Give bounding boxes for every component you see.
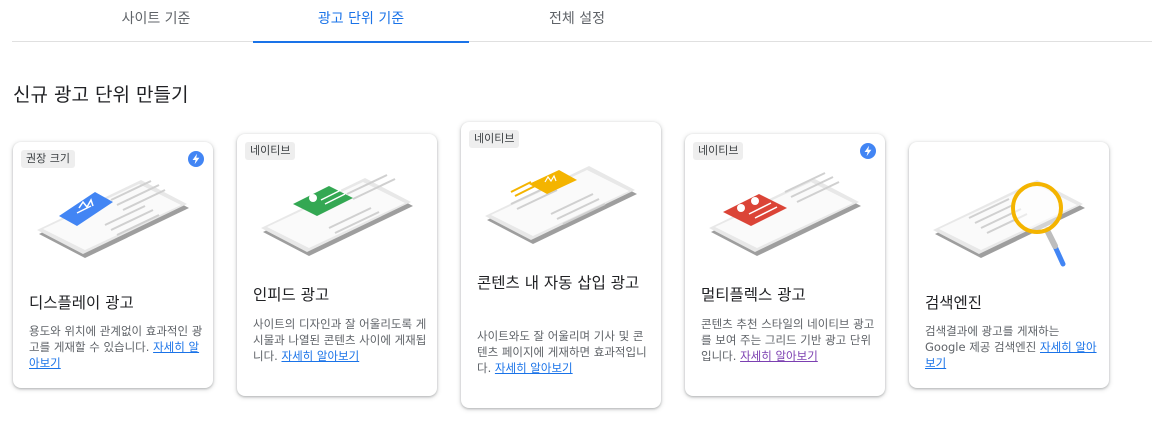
card-description: 검색결과에 광고를 게재하는 Google 제공 검색엔진 자세히 알아보기 — [925, 324, 1097, 370]
tab-site[interactable]: 사이트 기준 — [48, 0, 264, 42]
card-description: 콘텐츠 추천 스타일의 네이티브 광고를 보여 주는 그리드 기반 광고 단위입… — [701, 317, 875, 363]
card-search-engine[interactable]: 검색엔진 검색결과에 광고를 게재하는 Google 제공 검색엔진 자세히 알… — [909, 142, 1109, 388]
badge-recommended-size: 권장 크기 — [21, 150, 75, 168]
bolt-icon — [188, 151, 204, 167]
learn-more-link[interactable]: 자세히 알아보기 — [740, 349, 818, 363]
card-title: 콘텐츠 내 자동 삽입 광고 — [477, 274, 640, 292]
card-title: 멀티플렉스 광고 — [701, 286, 806, 304]
search-engine-illustration — [933, 180, 1085, 267]
badge-native: 네이티브 — [245, 142, 296, 160]
card-display-ads[interactable]: 권장 크기 디스플레이 광고 용도와 위치에 관계없이 효과적인 광고를 게재할… — [13, 142, 213, 388]
infeed-ad-illustration — [261, 174, 413, 256]
learn-more-link[interactable]: 자세히 알아보기 — [281, 349, 359, 363]
card-infeed-ads[interactable]: 네이티브 인피드 광고 사이트의 디자인과 잘 어울리도록 게시물과 나열된 콘… — [237, 134, 437, 396]
section-title: 신규 광고 단위 만들기 — [13, 84, 189, 106]
card-description: 사이트의 디자인과 잘 어울리도록 게시물과 나열된 콘텐츠 사이에 게재됩니다… — [253, 317, 427, 363]
card-title: 검색엔진 — [925, 294, 983, 312]
in-article-ad-illustration — [485, 166, 637, 244]
tab-ad-unit[interactable]: 광고 단위 기준 — [253, 0, 469, 43]
tab-global-settings[interactable]: 전체 설정 — [469, 0, 685, 42]
badge-native: 네이티브 — [693, 142, 744, 160]
card-description: 용도와 위치에 관계없이 효과적인 광고를 게재할 수 있습니다. 자세히 알아… — [29, 324, 203, 370]
card-title: 인피드 광고 — [253, 286, 330, 304]
bolt-icon — [860, 143, 876, 159]
card-title: 디스플레이 광고 — [29, 294, 134, 312]
display-ad-illustration — [37, 180, 189, 258]
learn-more-link[interactable]: 자세히 알아보기 — [495, 361, 573, 375]
card-description: 사이트와도 잘 어울리며 기사 및 콘텐츠 페이지에 게재하면 효과적입니다. … — [477, 329, 647, 375]
card-multiplex-ads[interactable]: 네이티브 멀티플렉스 광고 콘텐츠 추천 스타일의 네이티브 광고를 보여 주는… — [685, 134, 885, 396]
tab-bar: 사이트 기준 광고 단위 기준 전체 설정 — [12, 0, 1152, 43]
card-in-article-ads[interactable]: 네이티브 콘텐츠 내 자동 삽입 광고 사이트와도 잘 어울리며 기사 및 콘텐… — [461, 122, 661, 408]
badge-native: 네이티브 — [469, 130, 520, 148]
multiplex-ad-illustration — [709, 172, 861, 256]
